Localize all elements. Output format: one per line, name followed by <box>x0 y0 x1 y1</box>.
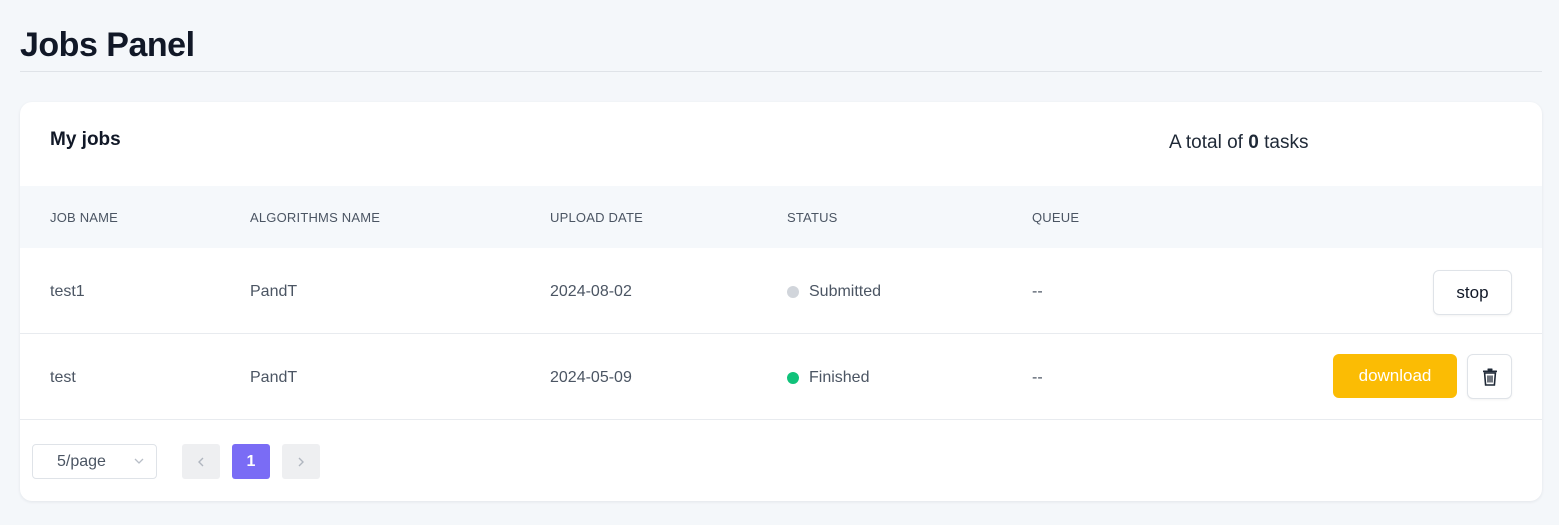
download-button[interactable]: download <box>1333 354 1457 398</box>
algorithm-cell: PandT <box>250 283 298 300</box>
job-name-cell: test1 <box>50 283 85 300</box>
total-prefix: A total of <box>1169 132 1243 153</box>
chevron-right-icon <box>298 457 304 466</box>
status-dot <box>787 286 799 298</box>
job-name-cell: test <box>50 369 76 386</box>
column-header-status: STATUS <box>787 210 838 225</box>
status-label: Submitted <box>809 283 882 300</box>
queue-cell: -- <box>1032 369 1043 386</box>
title-divider <box>20 71 1542 72</box>
upload-date-cell: 2024-05-09 <box>550 369 632 386</box>
total-suffix: tasks <box>1264 132 1309 153</box>
page-number-button[interactable]: 1 <box>232 444 270 479</box>
delete-button[interactable] <box>1467 354 1512 399</box>
jobs-card: My jobs A total of 0 tasks JOB NAME ALGO… <box>20 102 1542 501</box>
table-row: test PandT 2024-05-09 Finished -- downlo… <box>20 334 1542 420</box>
table-row: test1 PandT 2024-08-02 Submitted -- stop <box>20 248 1542 334</box>
page-size-value: 5/page <box>57 452 106 470</box>
stop-button[interactable]: stop <box>1433 270 1512 315</box>
column-header-upload-date: UPLOAD DATE <box>550 210 643 225</box>
table-header: JOB NAME ALGORITHMS NAME UPLOAD DATE STA… <box>20 186 1542 248</box>
status-label: Finished <box>809 369 870 386</box>
column-header-job-name: JOB NAME <box>50 210 119 225</box>
card-title: My jobs <box>50 129 121 150</box>
chevron-left-icon <box>198 457 204 466</box>
queue-cell: -- <box>1032 283 1043 300</box>
trash-icon <box>1482 368 1497 386</box>
next-page-button[interactable] <box>282 444 320 479</box>
algorithm-cell: PandT <box>250 369 298 386</box>
total-tasks: A total of 0 tasks <box>1169 132 1308 154</box>
page-title: Jobs Panel <box>20 26 195 64</box>
column-header-algorithms-name: ALGORITHMS NAME <box>250 210 381 225</box>
status-cell: Submitted <box>787 283 881 301</box>
upload-date-cell: 2024-08-02 <box>550 283 632 300</box>
previous-page-button[interactable] <box>182 444 220 479</box>
column-header-queue: QUEUE <box>1032 210 1080 225</box>
page-size-select[interactable]: 5/page <box>32 444 157 479</box>
chevron-down-icon <box>134 458 144 464</box>
total-count: 0 <box>1248 132 1259 153</box>
status-dot <box>787 372 799 384</box>
status-cell: Finished <box>787 369 869 387</box>
